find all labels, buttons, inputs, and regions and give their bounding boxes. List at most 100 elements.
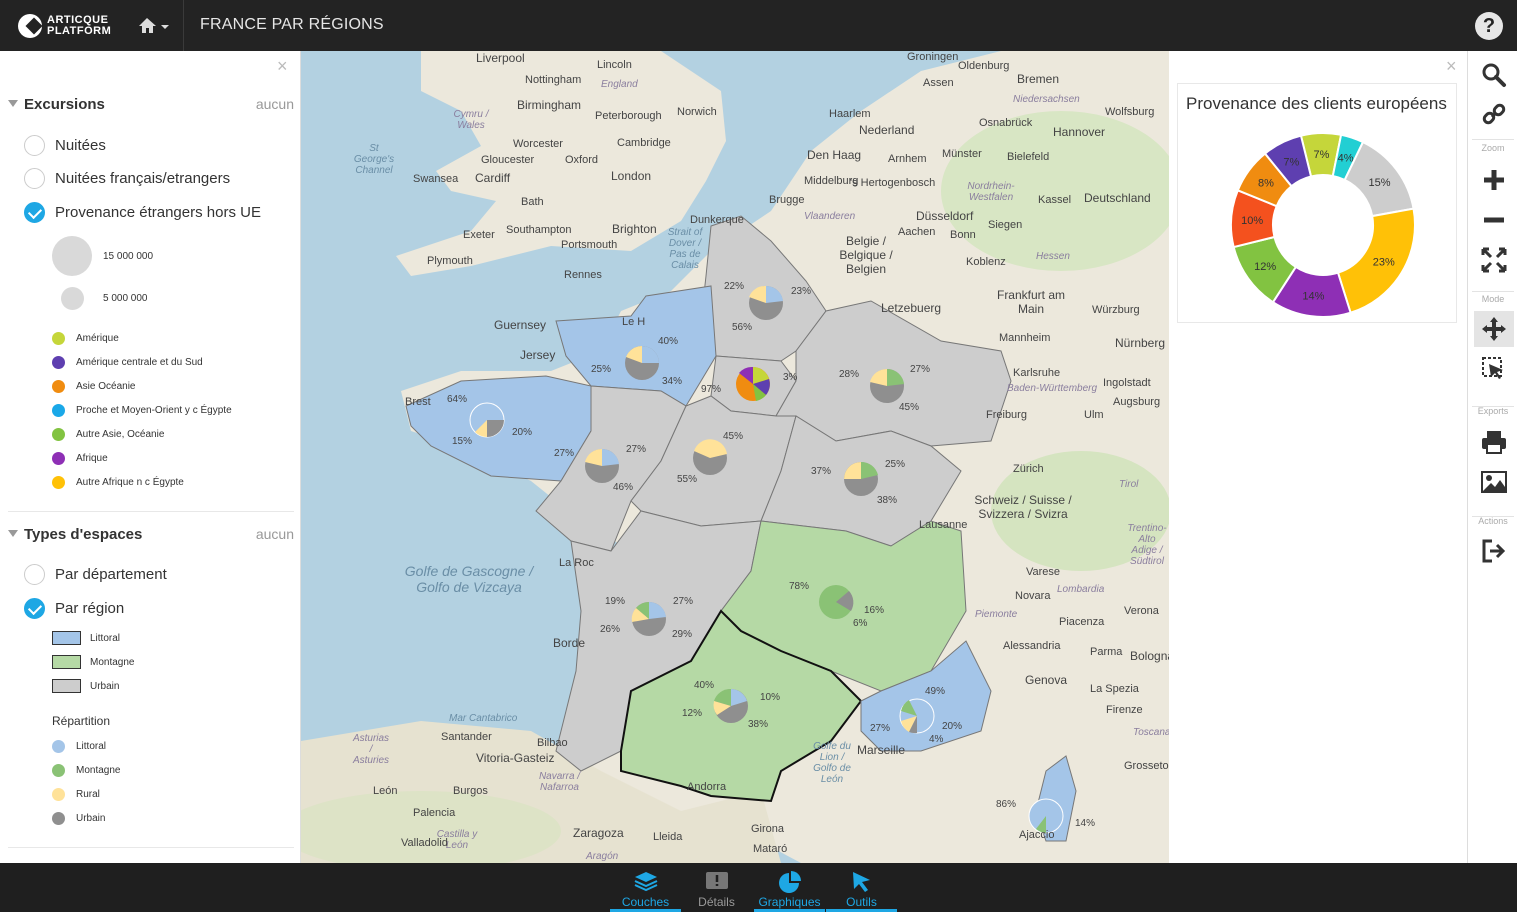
bottom-tab-bar: Couches Détails Graphiques Outils (0, 863, 1517, 912)
home-menu-button[interactable] (126, 0, 184, 51)
map-place-label: Varese (1026, 566, 1061, 578)
espaces-none-link[interactable]: aucun (256, 526, 294, 542)
map-place-label: Ingolstadt (1103, 377, 1151, 389)
map-place-label: Piacenza (1059, 616, 1105, 628)
option-par-departement[interactable]: Par département (24, 562, 167, 586)
legend-item: Amérique centrale et du Sud (52, 354, 203, 370)
map-place-label: Dunkerque (690, 214, 744, 226)
close-layers-panel-button[interactable]: × (277, 56, 288, 77)
donut-slice-label: 8% (1258, 178, 1274, 190)
tab-couches[interactable]: Couches (610, 863, 681, 912)
donut-slice-label: 7% (1313, 149, 1329, 161)
map-place-label: Koblenz (966, 256, 1006, 268)
map-place-label: Trentino-Alto Adige / Südtirol (1127, 523, 1167, 567)
pie-label: 22% (724, 281, 745, 292)
expand-icon (1481, 247, 1507, 273)
pie-label: 55% (677, 474, 698, 485)
map-place-label: Novara (1015, 590, 1051, 602)
export-image-button[interactable] (1474, 464, 1514, 500)
map-place-label: Golfe du Lion / Golfo de León (813, 741, 851, 785)
tab-outils[interactable]: Outils (826, 863, 897, 912)
map-place-label: Nürnberg (1115, 336, 1166, 350)
radio-nuitees[interactable] (24, 134, 45, 156)
zoom-caption: Zoom (1481, 143, 1505, 153)
zoom-in-button[interactable] (1474, 162, 1514, 198)
map-place-label: Navarra / Nafarroa (538, 771, 581, 793)
right-toolbar: Zoom Mode Exports Actions (1467, 51, 1517, 863)
help-button[interactable]: ? (1475, 12, 1503, 40)
radio-nuitees-francais-etrangers[interactable] (24, 167, 45, 189)
map-place-label: Baden-Württemberg (1007, 383, 1098, 394)
donut-slice-label: 4% (1338, 153, 1354, 165)
pan-mode-button[interactable] (1474, 311, 1514, 347)
option-provenance-etrangers[interactable]: Provenance étrangers hors UE (24, 200, 261, 224)
option-par-region[interactable]: Par région (24, 596, 124, 620)
pie-label: 28% (839, 369, 860, 380)
map-place-label: Tirol (1119, 479, 1139, 490)
search-button[interactable] (1474, 57, 1514, 93)
option-nuitees[interactable]: Nuitées (24, 133, 106, 157)
mode-caption: Mode (1481, 294, 1505, 304)
map-place-label: Lausanne (919, 519, 968, 531)
zone-legend-item: Montagne (52, 654, 134, 670)
radio-par-region[interactable] (24, 597, 45, 619)
fit-extent-button[interactable] (1474, 242, 1514, 278)
map-view[interactable]: 22% 23% 56% 40% 25% 34% 97% 3% 28% 27% 4… (301, 51, 1169, 863)
charts-panel: × Provenance des clients européens 7% 4% 1… (1169, 51, 1467, 863)
repartition-legend-item: Rural (52, 786, 100, 802)
map-place-label: Arnhem (888, 153, 927, 165)
map-sea-label: Golfe de Gascogne / Golfo de Vizcaya (404, 563, 534, 595)
details-icon (705, 872, 728, 889)
tab-graphiques[interactable]: Graphiques (754, 863, 825, 912)
tab-details[interactable]: Détails (681, 863, 752, 912)
map-place-label: Portsmouth (561, 239, 618, 251)
map-place-label: Brest (405, 396, 431, 408)
pie-label: 4% (929, 734, 944, 745)
collapse-triangle-icon (8, 100, 18, 107)
map-place-label: Oxford (565, 154, 599, 166)
zone-legend-item: Urbain (52, 678, 119, 694)
map-place-label: La Spezia (1090, 683, 1139, 695)
sign-out-icon (1482, 539, 1506, 563)
radio-provenance-etrangers[interactable] (24, 201, 45, 223)
layers-panel: × Excursions aucun Nuitées Nuitées franç… (0, 51, 301, 863)
pie-label: 64% (447, 394, 468, 405)
pie-centre-val-de-loire (693, 439, 727, 475)
radio-par-departement[interactable] (24, 563, 45, 585)
layers-icon (634, 872, 657, 892)
pie-label: 27% (626, 444, 647, 455)
donut-chart[interactable]: 7% 4% 15% 23% 14% 12% 10% 8% 7% (1178, 128, 1458, 324)
map-place-label: Palencia (413, 807, 456, 819)
pie-label: 97% (701, 384, 722, 395)
chart-card: Provenance des clients européens 7% 4% 15%… (1177, 83, 1457, 323)
map-place-label: Jersey (520, 348, 556, 362)
map-place-label: Düsseldorf (916, 209, 974, 223)
map-place-label: Aragón (586, 851, 619, 862)
pie-pays-de-la-loire (585, 448, 619, 483)
map-place-label: Gloucester (481, 154, 535, 166)
map-place-label: Worcester (513, 138, 563, 150)
map-place-label: Guernsey (494, 318, 547, 332)
select-mode-button[interactable] (1474, 351, 1514, 387)
cursor-icon (852, 872, 870, 892)
pie-label: 6% (853, 618, 868, 629)
map-place-label: Bath (521, 196, 544, 208)
pie-label: 16% (864, 605, 885, 616)
map-place-label: Girona (751, 823, 785, 835)
option-nuitees-francais-etrangers[interactable]: Nuitées français/etrangers (24, 166, 230, 190)
map-place-label: Asturias / Asturies (352, 733, 390, 766)
excursions-section-header[interactable]: Excursions aucun (8, 94, 294, 116)
excursions-none-link[interactable]: aucun (256, 96, 294, 112)
share-link-button[interactable] (1474, 97, 1514, 133)
close-charts-panel-button[interactable]: × (1446, 56, 1457, 77)
legend-item: Proche et Moyen-Orient y c Égypte (52, 402, 232, 418)
print-button[interactable] (1474, 424, 1514, 460)
pie-label: 40% (694, 680, 715, 691)
pie-label: 26% (600, 624, 621, 635)
donut-slice-label: 23% (1373, 257, 1395, 269)
articque-logo[interactable]: ARTICQUE PLATFORM (18, 12, 111, 40)
map-place-label: Brighton (612, 222, 657, 236)
espaces-section-header[interactable]: Types d'espaces aucun (8, 524, 294, 546)
logout-button[interactable] (1474, 533, 1514, 569)
zoom-out-button[interactable] (1474, 202, 1514, 238)
